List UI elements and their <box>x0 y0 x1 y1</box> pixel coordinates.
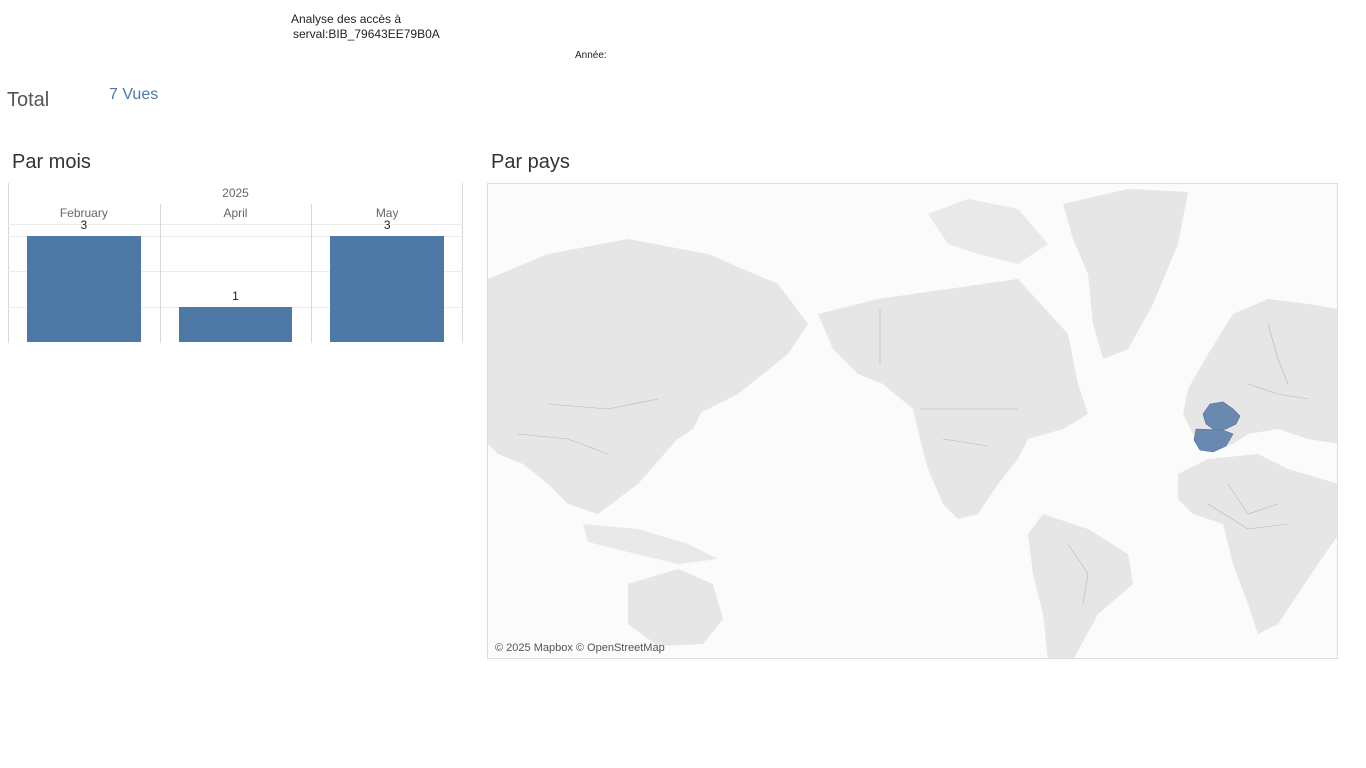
chart-bar[interactable] <box>178 306 293 342</box>
section-title-by-month: Par mois <box>12 151 91 173</box>
chart-category-label: April <box>223 206 248 220</box>
country-spain <box>1193 428 1234 453</box>
landmass-south-america <box>1028 514 1133 658</box>
country-map[interactable]: © 2025 Mapbox © OpenStreetMap <box>487 183 1338 659</box>
map-attribution[interactable]: © 2025 Mapbox © OpenStreetMap <box>495 642 665 654</box>
landmass-north-america <box>818 279 1088 519</box>
section-title-by-country: Par pays <box>491 151 570 173</box>
year-filter-label[interactable]: Année: <box>575 50 607 61</box>
total-label: Total <box>7 89 50 111</box>
page-title-line1: Analyse des accès à <box>291 12 402 26</box>
page-title-line2: serval:BIB_79643EE79B0A <box>293 27 440 41</box>
chart-bar[interactable] <box>26 235 141 342</box>
landmass-europe <box>1183 299 1337 449</box>
landmass-africa <box>1178 454 1337 634</box>
chart-data-label: 1 <box>232 288 239 303</box>
world-map-svg[interactable] <box>488 184 1338 659</box>
landmass-indonesia <box>583 524 718 564</box>
chart-data-label: 3 <box>80 217 88 232</box>
landmass-australia <box>628 569 723 646</box>
landmass-asia <box>488 239 808 514</box>
chart-bar[interactable] <box>330 235 445 342</box>
landmass-greenland <box>1063 189 1188 359</box>
chart-data-label: 3 <box>383 217 391 232</box>
chart-column-divider <box>160 204 161 343</box>
landmass-arctic-islands <box>928 199 1048 264</box>
chart-year-header: 2025 <box>222 186 249 200</box>
monthly-bar-chart: 2025 February 3 April 1 May 3 <box>8 183 463 343</box>
page-title: Analyse des accès à serval:BIB_79643EE79… <box>291 12 440 42</box>
total-views-value: 7 Vues <box>109 86 159 103</box>
